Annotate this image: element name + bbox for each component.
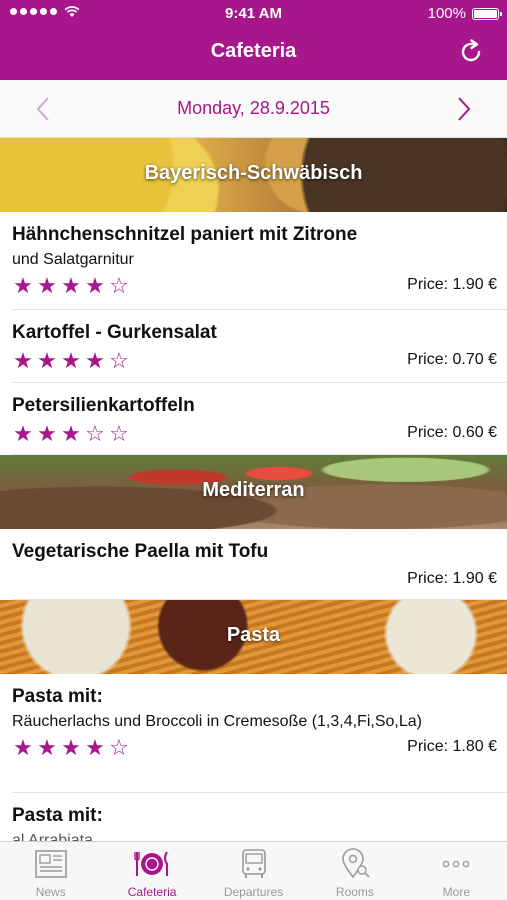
star-filled-icon[interactable]: ★ <box>36 421 58 447</box>
dish-name: Pasta mit: <box>12 805 103 826</box>
star-filled-icon[interactable]: ★ <box>36 735 58 761</box>
dish-price: Price: 0.70 € <box>407 351 497 368</box>
star-empty-icon[interactable]: ☆ <box>84 421 106 447</box>
refresh-icon[interactable] <box>457 38 485 66</box>
next-day-chevron-icon[interactable] <box>455 96 473 122</box>
star-filled-icon[interactable]: ★ <box>12 735 34 761</box>
tab-news[interactable]: News <box>0 842 101 900</box>
tab-more[interactable]: More <box>406 842 507 900</box>
star-filled-icon[interactable]: ★ <box>36 273 58 299</box>
section-header-bayerisch: Bayerisch-Schwäbisch <box>0 138 507 212</box>
tab-label: Departures <box>223 885 284 899</box>
menu-item[interactable]: Pasta mit: Räucherlachs und Broccoli in … <box>12 674 507 793</box>
rating-price-row: ★ ★ ★ ★ ☆ Price: 1.90 € <box>12 273 497 301</box>
menu-list[interactable]: Bayerisch-Schwäbisch Hähnchenschnitzel p… <box>0 138 507 841</box>
tab-label: News <box>35 885 66 899</box>
plate-cutlery-icon <box>134 851 169 876</box>
star-rating[interactable]: ★ ★ ★ ★ ☆ <box>12 348 130 374</box>
bus-icon <box>241 849 266 878</box>
page-title: Cafeteria <box>210 40 297 62</box>
star-filled-icon[interactable]: ★ <box>12 421 34 447</box>
rating-price-row: ★ ★ ★ ★ ☆ Price: 0.70 € <box>12 348 497 376</box>
star-filled-icon[interactable]: ★ <box>84 735 106 761</box>
battery-group: 100% <box>427 5 502 22</box>
menu-item[interactable]: Pasta mit: al Arrabiata <box>12 793 507 841</box>
battery-percent: 100% <box>427 5 466 22</box>
dish-name: Hähnchenschnitzel paniert mit Zitrone <box>12 224 358 245</box>
current-date: Monday, 28.9.2015 <box>177 98 330 118</box>
star-rating[interactable]: ★ ★ ★ ☆ ☆ <box>12 421 130 447</box>
section-header-mediterran: Mediterran <box>0 455 507 529</box>
dish-price: Price: 1.90 € <box>407 276 497 293</box>
star-rating[interactable]: ★ ★ ★ ★ ☆ <box>12 273 130 299</box>
section-header-pasta: Pasta <box>0 600 507 674</box>
dish-name: Kartoffel - Gurkensalat <box>12 322 217 343</box>
star-empty-icon[interactable]: ☆ <box>108 421 130 447</box>
dish-price: Price: 1.80 € <box>407 738 497 755</box>
status-bar: 9:41 AM 100% <box>0 0 507 28</box>
section-title: Bayerisch-Schwäbisch <box>144 162 363 184</box>
rating-price-row: ★ ★ ★ ☆ ☆ Price: 0.60 € <box>12 421 497 449</box>
dish-name: Petersilienkartoffeln <box>12 395 195 416</box>
menu-item[interactable]: Vegetarische Paella mit Tofu Price: 1.90… <box>12 529 507 600</box>
tab-bar: News Cafeteria Departures Rooms More <box>0 841 507 900</box>
star-filled-icon[interactable]: ★ <box>60 348 82 374</box>
star-filled-icon[interactable]: ★ <box>84 273 106 299</box>
star-filled-icon[interactable]: ★ <box>12 273 34 299</box>
menu-item[interactable]: Hähnchenschnitzel paniert mit Zitrone un… <box>12 212 507 310</box>
star-filled-icon[interactable]: ★ <box>12 348 34 374</box>
dish-description: Räucherlachs und Broccoli in Cremesoße (… <box>12 713 422 730</box>
tab-rooms[interactable]: Rooms <box>304 842 405 900</box>
star-empty-icon[interactable]: ☆ <box>108 348 130 374</box>
dish-name: Vegetarische Paella mit Tofu <box>12 541 269 562</box>
menu-item[interactable]: Kartoffel - Gurkensalat ★ ★ ★ ★ ☆ Price: 0.7… <box>12 310 507 383</box>
navigation-bar: 9:41 AM 100% Cafeteria <box>0 0 507 80</box>
more-dots-icon <box>443 860 470 868</box>
rating-price-row: ★ ★ ★ ★ ☆ Price: 1.80 € <box>12 735 497 763</box>
star-empty-icon[interactable]: ☆ <box>108 735 130 761</box>
dish-description: und Salatgarnitur <box>12 251 134 268</box>
map-pin-search-icon <box>342 848 370 879</box>
star-filled-icon[interactable]: ★ <box>60 735 82 761</box>
section-title: Mediterran <box>202 479 305 501</box>
star-empty-icon[interactable]: ☆ <box>108 273 130 299</box>
dish-name: Pasta mit: <box>12 686 103 707</box>
star-filled-icon[interactable]: ★ <box>60 421 82 447</box>
dish-price: Price: 0.60 € <box>407 424 497 441</box>
newspaper-icon <box>34 850 67 878</box>
tab-label: Rooms <box>335 885 374 899</box>
star-filled-icon[interactable]: ★ <box>84 348 106 374</box>
star-rating[interactable]: ★ ★ ★ ★ ☆ <box>12 735 130 761</box>
tab-cafeteria[interactable]: Cafeteria <box>101 842 202 900</box>
date-selector: Monday, 28.9.2015 <box>0 80 507 138</box>
dish-price: Price: 1.90 € <box>407 570 497 587</box>
battery-icon <box>472 7 502 20</box>
dish-description: al Arrabiata <box>12 832 93 841</box>
tab-departures[interactable]: Departures <box>203 842 304 900</box>
tab-label: More <box>442 885 470 899</box>
menu-item[interactable]: Petersilienkartoffeln ★ ★ ★ ☆ ☆ Price: 0.60 … <box>12 383 507 455</box>
section-title: Pasta <box>226 624 281 646</box>
rating-price-row: Price: 1.90 € <box>12 567 497 595</box>
star-filled-icon[interactable]: ★ <box>60 273 82 299</box>
tab-label: Cafeteria <box>127 885 177 899</box>
star-filled-icon[interactable]: ★ <box>36 348 58 374</box>
